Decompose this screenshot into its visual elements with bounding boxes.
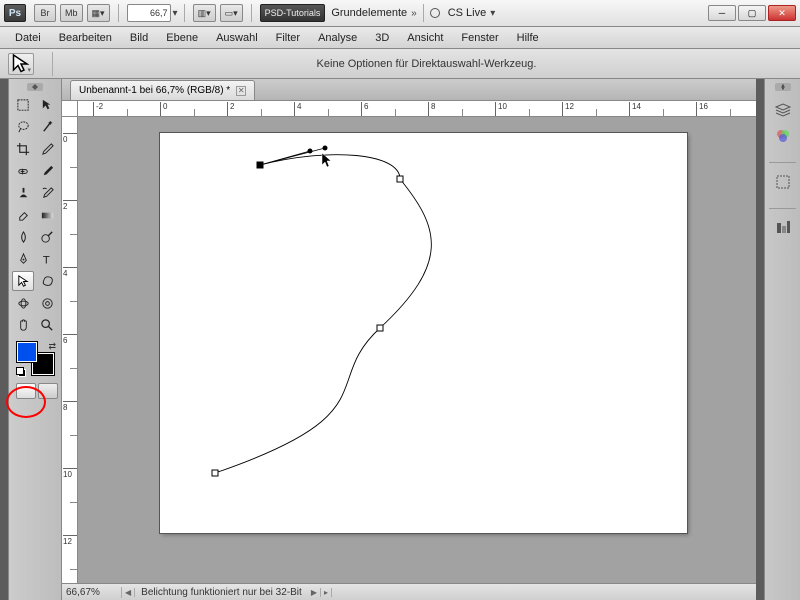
menu-auswahl[interactable]: Auswahl bbox=[207, 30, 267, 46]
separator bbox=[118, 4, 119, 22]
separator bbox=[184, 4, 185, 22]
adjustments-panel-icon[interactable] bbox=[771, 217, 795, 239]
minibridge-button[interactable]: Mb bbox=[60, 4, 83, 22]
window-controls: ─ ▢ ✕ bbox=[708, 5, 796, 21]
clone-stamp-tool[interactable] bbox=[12, 183, 34, 203]
document-tab-bar: Unbenannt-1 bei 66,7% (RGB/8) * ✕ bbox=[62, 79, 756, 101]
paths-panel-icon[interactable] bbox=[771, 171, 795, 193]
hand-tool[interactable] bbox=[12, 315, 34, 335]
panel-collapse-toggle[interactable] bbox=[27, 83, 43, 91]
channels-panel-icon[interactable] bbox=[771, 125, 795, 147]
gradient-tool[interactable] bbox=[36, 205, 58, 225]
swap-colors-icon[interactable]: ⇄ bbox=[48, 341, 56, 352]
separator bbox=[52, 52, 53, 76]
layers-panel-icon[interactable] bbox=[771, 99, 795, 121]
standard-mode-button[interactable] bbox=[16, 383, 36, 399]
status-message: Belichtung funktioniert nur bei 32-Bit bbox=[135, 587, 308, 598]
maximize-button[interactable]: ▢ bbox=[738, 5, 766, 21]
foreground-color[interactable] bbox=[16, 341, 38, 363]
left-dock-strip bbox=[0, 79, 8, 600]
direct-selection-icon bbox=[9, 52, 33, 76]
3d-rotate-tool[interactable] bbox=[12, 293, 34, 313]
color-swatches: ⇄ bbox=[16, 341, 56, 377]
menu-filter[interactable]: Filter bbox=[267, 30, 309, 46]
zoom-dropdown-icon[interactable]: ▾ bbox=[173, 8, 178, 19]
arrange-button[interactable]: ▥▾ bbox=[193, 4, 216, 22]
menu-bearbeiten[interactable]: Bearbeiten bbox=[50, 30, 121, 46]
marquee-tool[interactable] bbox=[12, 95, 34, 115]
menu-datei[interactable]: Datei bbox=[6, 30, 50, 46]
status-menu-icon[interactable]: ▸ bbox=[321, 588, 332, 597]
ruler-origin[interactable] bbox=[62, 101, 78, 117]
menu-ebene[interactable]: Ebene bbox=[157, 30, 207, 46]
canvas[interactable] bbox=[160, 133, 687, 533]
eraser-tool[interactable] bbox=[12, 205, 34, 225]
tools-panel: T ⇄ bbox=[8, 79, 62, 600]
separator bbox=[251, 4, 252, 22]
document-area: Unbenannt-1 bei 66,7% (RGB/8) * ✕ -20246… bbox=[62, 79, 756, 600]
magic-wand-tool[interactable] bbox=[36, 117, 58, 137]
cslive-icon bbox=[430, 8, 440, 18]
crop-tool[interactable] bbox=[12, 139, 34, 159]
menu-bar: Datei Bearbeiten Bild Ebene Auswahl Filt… bbox=[0, 27, 800, 49]
path-overlay bbox=[160, 133, 687, 533]
status-bar: 66,67% ◀ Belichtung funktioniert nur bei… bbox=[62, 583, 756, 600]
move-tool[interactable] bbox=[36, 95, 58, 115]
workspace-secondary-label[interactable]: Grundelemente bbox=[331, 7, 407, 19]
view-extras-button[interactable]: ▦▾ bbox=[87, 4, 110, 22]
cslive-dropdown-icon[interactable]: ▾ bbox=[490, 8, 495, 19]
panel-expand-toggle[interactable] bbox=[775, 83, 791, 91]
eyedropper-tool[interactable] bbox=[36, 139, 58, 159]
menu-3d[interactable]: 3D bbox=[366, 30, 398, 46]
direct-selection-tool[interactable] bbox=[12, 271, 34, 291]
lasso-tool[interactable] bbox=[12, 117, 34, 137]
canvas-viewport[interactable] bbox=[78, 117, 756, 583]
zoom-tool[interactable] bbox=[36, 315, 58, 335]
right-panel-collapsed bbox=[764, 79, 800, 600]
mask-mode-group bbox=[16, 383, 58, 399]
separator bbox=[423, 4, 424, 22]
title-bar: Ps Br Mb ▦▾ ▾ ▥▾ ▭▾ PSD-Tutorials Grunde… bbox=[0, 0, 800, 27]
default-colors-icon[interactable] bbox=[16, 367, 26, 377]
status-prev-icon[interactable]: ◀ bbox=[122, 588, 135, 597]
screen-mode-button[interactable]: ▭▾ bbox=[220, 4, 243, 22]
svg-text:T: T bbox=[42, 254, 49, 266]
current-tool-preset[interactable] bbox=[8, 53, 34, 75]
status-zoom[interactable]: 66,67% bbox=[62, 587, 122, 598]
menu-analyse[interactable]: Analyse bbox=[309, 30, 366, 46]
workspace-more-icon[interactable]: » bbox=[411, 8, 417, 19]
close-button[interactable]: ✕ bbox=[768, 5, 796, 21]
blur-tool[interactable] bbox=[12, 227, 34, 247]
right-dock-strip bbox=[756, 79, 764, 600]
minimize-button[interactable]: ─ bbox=[708, 5, 736, 21]
zoom-input[interactable] bbox=[127, 4, 171, 22]
options-bar: Keine Optionen für Direktauswahl-Werkzeu… bbox=[0, 49, 800, 79]
pen-tool[interactable] bbox=[12, 249, 34, 269]
ruler-vertical[interactable]: 024681012 bbox=[62, 117, 78, 583]
3d-camera-tool[interactable] bbox=[36, 293, 58, 313]
dodge-tool[interactable] bbox=[36, 227, 58, 247]
status-next-icon[interactable]: ▶ bbox=[308, 588, 321, 597]
type-tool[interactable]: T bbox=[36, 249, 58, 269]
menu-hilfe[interactable]: Hilfe bbox=[508, 30, 548, 46]
cslive-button[interactable]: CS Live bbox=[448, 7, 487, 19]
quickmask-mode-button[interactable] bbox=[38, 383, 58, 399]
document-tab-label: Unbenannt-1 bei 66,7% (RGB/8) * bbox=[79, 85, 230, 96]
menu-ansicht[interactable]: Ansicht bbox=[398, 30, 452, 46]
healing-brush-tool[interactable] bbox=[12, 161, 34, 181]
app-logo-icon: Ps bbox=[4, 4, 26, 22]
ruler-horizontal[interactable]: -2024681012141618 bbox=[78, 101, 756, 117]
options-message: Keine Optionen für Direktauswahl-Werkzeu… bbox=[61, 58, 792, 70]
shape-tool[interactable] bbox=[36, 271, 58, 291]
menu-fenster[interactable]: Fenster bbox=[452, 30, 507, 46]
document-tab[interactable]: Unbenannt-1 bei 66,7% (RGB/8) * ✕ bbox=[70, 80, 255, 100]
workspace-active-button[interactable]: PSD-Tutorials bbox=[260, 4, 326, 22]
close-tab-icon[interactable]: ✕ bbox=[236, 86, 246, 96]
history-brush-tool[interactable] bbox=[36, 183, 58, 203]
menu-bild[interactable]: Bild bbox=[121, 30, 157, 46]
brush-tool[interactable] bbox=[36, 161, 58, 181]
bridge-button[interactable]: Br bbox=[34, 4, 56, 22]
